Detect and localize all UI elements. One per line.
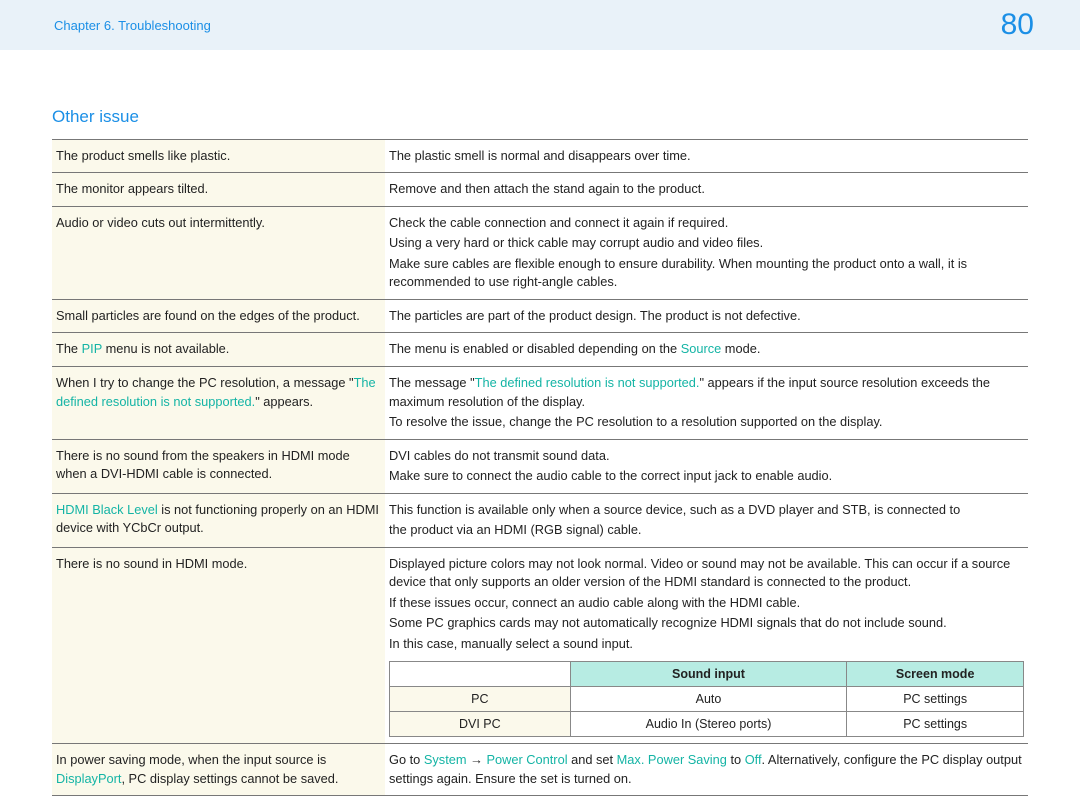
text-line: The particles are part of the product de… xyxy=(389,306,1024,327)
issue-cell: The monitor appears tilted. xyxy=(52,173,385,207)
table-row: The monitor appears tilted. Remove and th… xyxy=(52,173,1028,207)
inner-td: DVI PC xyxy=(390,711,571,736)
solution-cell: Check the cable connection and connect i… xyxy=(385,206,1028,299)
solution-cell: This function is available only when a s… xyxy=(385,493,1028,547)
highlight-term: Max. Power Saving xyxy=(617,752,727,767)
solution-cell: The message "The defined resolution is n… xyxy=(385,367,1028,440)
solution-cell: Displayed picture colors may not look no… xyxy=(385,547,1028,743)
issue-cell: HDMI Black Level is not functioning prop… xyxy=(52,493,385,547)
troubleshooting-table: The product smells like plastic. The plas… xyxy=(52,139,1028,796)
solution-cell: Remove and then attach the stand again t… xyxy=(385,173,1028,207)
table-row: There is no sound in HDMI mode. Displayed… xyxy=(52,547,1028,743)
text-span: , PC display settings cannot be saved. xyxy=(121,771,338,786)
issue-cell: The product smells like plastic. xyxy=(52,139,385,173)
solution-cell: The particles are part of the product de… xyxy=(385,299,1028,333)
inner-td: PC settings xyxy=(847,686,1024,711)
text-line: Displayed picture colors may not look no… xyxy=(389,554,1024,593)
text-line: Using a very hard or thick cable may cor… xyxy=(389,233,1024,254)
text-line: Some PC graphics cards may not automatic… xyxy=(389,613,1024,634)
highlight-term: DisplayPort xyxy=(56,771,121,786)
text-line: The monitor appears tilted. xyxy=(56,179,381,200)
text-line: Remove and then attach the stand again t… xyxy=(389,179,1024,200)
text-line: This function is available only when a s… xyxy=(389,500,1024,521)
issue-cell: In power saving mode, when the input sou… xyxy=(52,743,385,795)
highlight-term: System xyxy=(424,752,467,767)
table-row: Audio or video cuts out intermittently. C… xyxy=(52,206,1028,299)
text-line: The product smells like plastic. xyxy=(56,146,381,167)
issue-cell: Audio or video cuts out intermittently. xyxy=(52,206,385,299)
table-row: When I try to change the PC resolution, … xyxy=(52,367,1028,440)
issue-cell: Small particles are found on the edges o… xyxy=(52,299,385,333)
text-span: " appears. xyxy=(255,394,313,409)
text-span: to xyxy=(727,752,745,767)
table-row: Small particles are found on the edges o… xyxy=(52,299,1028,333)
sound-mode-table: Sound inputScreen mode PCAutoPC settings D… xyxy=(389,661,1024,737)
text-line: Small particles are found on the edges o… xyxy=(56,306,381,327)
text-line: HDMI Black Level is not functioning prop… xyxy=(56,500,381,539)
issue-cell: There is no sound from the speakers in H… xyxy=(52,439,385,493)
text-line: When I try to change the PC resolution, … xyxy=(56,373,381,412)
text-span: Go to xyxy=(389,752,424,767)
text-line: Make sure to connect the audio cable to … xyxy=(389,466,1024,487)
text-line: Audio or video cuts out intermittently. xyxy=(56,213,381,234)
inner-td: PC settings xyxy=(847,711,1024,736)
inner-th: Screen mode xyxy=(847,661,1024,686)
table-row: There is no sound from the speakers in H… xyxy=(52,439,1028,493)
text-line: The message "The defined resolution is n… xyxy=(389,373,1024,412)
text-line: To resolve the issue, change the PC reso… xyxy=(389,412,1024,433)
solution-cell: The plastic smell is normal and disappea… xyxy=(385,139,1028,173)
inner-th xyxy=(390,661,571,686)
text-line: DVI cables do not transmit sound data. xyxy=(389,446,1024,467)
text-span: The xyxy=(56,341,82,356)
text-span: The menu is enabled or disabled dependin… xyxy=(389,341,681,356)
table-row: The PIP menu is not available.The menu i… xyxy=(52,333,1028,367)
text-line: Check the cable connection and connect i… xyxy=(389,213,1024,234)
table-row: HDMI Black Level is not functioning prop… xyxy=(52,493,1028,547)
text-line: Go to System → Power Control and set Max… xyxy=(389,750,1024,789)
text-line: If these issues occur, connect an audio … xyxy=(389,593,1024,614)
highlight-term: Source xyxy=(681,341,722,356)
issue-cell: The PIP menu is not available. xyxy=(52,333,385,367)
page-number: 80 xyxy=(1001,8,1034,42)
text-span: menu is not available. xyxy=(102,341,229,356)
solution-cell: Go to System → Power Control and set Max… xyxy=(385,743,1028,795)
text-span: and set xyxy=(568,752,617,767)
text-line: The plastic smell is normal and disappea… xyxy=(389,146,1024,167)
issue-cell: There is no sound in HDMI mode. xyxy=(52,547,385,743)
section-title: Other issue xyxy=(52,105,1028,130)
inner-td: PC xyxy=(390,686,571,711)
page-content: Other issue The product smells like plas… xyxy=(0,50,1080,796)
text-span: The message " xyxy=(389,375,475,390)
text-span: → xyxy=(467,752,487,767)
text-line: There is no sound in HDMI mode. xyxy=(56,554,381,575)
table-row: The product smells like plastic. The plas… xyxy=(52,139,1028,173)
highlight-term: Off xyxy=(745,752,762,767)
highlight-term: PIP xyxy=(82,341,102,356)
highlight-term: Power Control xyxy=(486,752,567,767)
page-header: Chapter 6. Troubleshooting 80 xyxy=(0,0,1080,50)
table-row: In power saving mode, when the input sou… xyxy=(52,743,1028,795)
text-line: the product via an HDMI (RGB signal) cab… xyxy=(389,520,1024,541)
inner-th: Sound input xyxy=(570,661,847,686)
text-span: In power saving mode, when the input sou… xyxy=(56,752,326,767)
text-line: There is no sound from the speakers in H… xyxy=(56,446,381,485)
highlight-term: The defined resolution is not supported. xyxy=(475,375,700,390)
inner-td: Auto xyxy=(570,686,847,711)
text-line: The PIP menu is not available. xyxy=(56,339,381,360)
text-span: mode. xyxy=(721,341,760,356)
highlight-term: HDMI Black Level xyxy=(56,502,158,517)
solution-cell: DVI cables do not transmit sound data.Ma… xyxy=(385,439,1028,493)
text-line: In power saving mode, when the input sou… xyxy=(56,750,381,789)
solution-cell: The menu is enabled or disabled dependin… xyxy=(385,333,1028,367)
chapter-label: Chapter 6. Troubleshooting xyxy=(54,18,211,33)
text-line: Make sure cables are flexible enough to … xyxy=(389,254,1024,293)
text-span: When I try to change the PC resolution, … xyxy=(56,375,354,390)
issue-cell: When I try to change the PC resolution, … xyxy=(52,367,385,440)
text-line: The menu is enabled or disabled dependin… xyxy=(389,339,1024,360)
inner-td: Audio In (Stereo ports) xyxy=(570,711,847,736)
text-line: In this case, manually select a sound in… xyxy=(389,634,1024,655)
